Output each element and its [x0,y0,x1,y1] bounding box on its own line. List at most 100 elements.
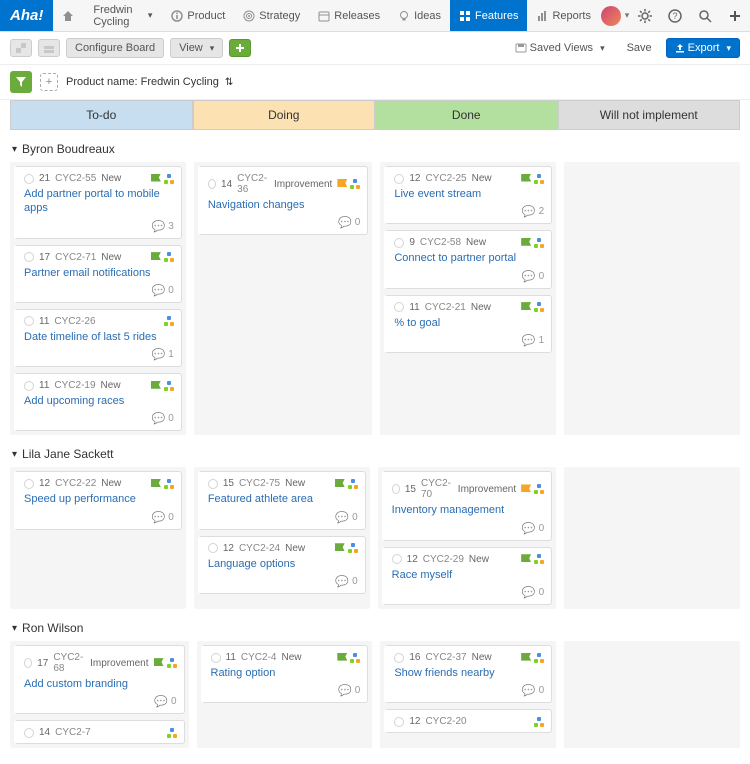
card-status: New [466,237,486,248]
feature-card[interactable]: 11 CYC2-26 Date timeline of last 5 rides… [14,309,182,367]
card-title[interactable]: Race myself [392,568,545,582]
flag-icon [151,252,161,260]
board-column[interactable]: 15 CYC2-75 New Featured athlete area 💬0 … [194,467,370,609]
logo[interactable]: Aha! [0,0,53,31]
card-ref: CYC2-75 [239,478,280,489]
nav-ideas[interactable]: Ideas [389,0,450,31]
board-column[interactable] [564,467,740,609]
feature-card[interactable]: 17 CYC2-68 Improvement Add custom brandi… [14,645,185,714]
layout-list-button[interactable] [38,39,60,57]
board-column[interactable] [564,162,740,435]
product-switcher[interactable]: Fredwin Cycling ▾ [83,0,162,31]
card-title[interactable]: Language options [208,557,358,571]
comment-count: 0 [539,271,545,282]
hierarchy-icon [350,179,360,189]
layout-card-button[interactable] [10,39,32,57]
feature-card[interactable]: 15 CYC2-75 New Featured athlete area 💬0 [198,471,366,529]
filter-button[interactable] [10,71,32,93]
card-ref: CYC2-29 [423,554,464,565]
settings-button[interactable] [630,0,660,31]
card-icons [521,554,544,564]
hierarchy-icon [534,717,544,727]
board-column[interactable]: 12 CYC2-25 New Live event stream 💬2 9 CY… [380,162,556,435]
feature-card[interactable]: 16 CYC2-37 New Show friends nearby 💬0 [384,645,552,703]
feature-card[interactable]: 12 CYC2-24 New Language options 💬0 [198,536,366,594]
card-meta: 21 CYC2-55 New [24,173,174,184]
card-title[interactable]: Rating option [211,666,361,680]
card-title[interactable]: Date timeline of last 5 rides [24,330,174,344]
save-button[interactable]: Save [619,39,660,57]
column-header-wont[interactable]: Will not implement [558,100,741,130]
card-title[interactable]: Add partner portal to mobile apps [24,187,174,216]
nav-reports[interactable]: Reports [527,0,600,31]
help-button[interactable]: ? [660,0,690,31]
swimlane-columns: 12 CYC2-22 New Speed up performance 💬0 1… [10,467,740,609]
add-button[interactable] [720,0,750,31]
add-feature-button[interactable] [229,39,251,57]
nav-releases-label: Releases [334,10,380,22]
card-title[interactable]: Show friends nearby [394,666,544,680]
card-ref: CYC2-4 [241,652,277,663]
board-column[interactable]: 12 CYC2-22 New Speed up performance 💬0 [10,467,186,609]
swimlane-header[interactable]: ▾Lila Jane Sackett [10,441,740,467]
card-ref: CYC2-36 [237,173,269,195]
board-column[interactable]: 16 CYC2-37 New Show friends nearby 💬0 12… [380,641,556,748]
feature-card[interactable]: 14 CYC2-7 [14,720,185,744]
board-column[interactable]: 11 CYC2-4 New Rating option 💬0 [197,641,373,748]
feature-card[interactable]: 17 CYC2-71 New Partner email notificatio… [14,245,182,303]
card-title[interactable]: Partner email notifications [24,266,174,280]
column-header-done[interactable]: Done [375,100,558,130]
card-title[interactable]: Add upcoming races [24,394,174,408]
feature-card[interactable]: 12 CYC2-29 New Race myself 💬0 [382,547,553,605]
add-filter-button[interactable]: + [40,73,58,91]
user-menu[interactable]: ▾ [600,0,630,31]
view-button[interactable]: View▾ [170,38,223,58]
swimlane-header[interactable]: ▾Byron Boudreaux [10,136,740,162]
board-column[interactable]: 14 CYC2-36 Improvement Navigation change… [194,162,373,435]
card-title[interactable]: Inventory management [392,503,545,517]
nav-home[interactable] [53,0,83,31]
feature-card[interactable]: 21 CYC2-55 New Add partner portal to mob… [14,166,182,239]
feature-card[interactable]: 11 CYC2-4 New Rating option 💬0 [201,645,369,703]
feature-card[interactable]: 12 CYC2-20 [384,709,552,733]
card-status: New [472,652,492,663]
column-header-todo[interactable]: To-do [10,100,193,130]
board-column[interactable]: 21 CYC2-55 New Add partner portal to mob… [10,162,186,435]
column-header-doing[interactable]: Doing [193,100,376,130]
saved-views-button[interactable]: Saved Views▾ [507,39,613,57]
nav-product[interactable]: Product [162,0,234,31]
gear-icon [24,479,34,489]
card-status: New [281,652,301,663]
swimlane-header[interactable]: ▾Ron Wilson [10,615,740,641]
configure-board-button[interactable]: Configure Board [66,38,164,58]
card-title[interactable]: Live event stream [394,187,544,201]
nav-reports-label: Reports [552,10,591,22]
feature-card[interactable]: 14 CYC2-36 Improvement Navigation change… [198,166,369,235]
gear-icon [24,658,32,668]
board-toolbar: Configure Board View▾ Saved Views▾ Save … [0,32,750,65]
search-button[interactable] [690,0,720,31]
card-ref: CYC2-22 [55,478,96,489]
feature-card[interactable]: 11 CYC2-19 New Add upcoming races 💬0 [14,373,182,431]
feature-card[interactable]: 15 CYC2-70 Improvement Inventory managem… [382,471,553,540]
flag-icon [337,179,347,187]
search-icon [698,9,712,23]
card-title[interactable]: % to goal [394,316,544,330]
filter-chip-product[interactable]: Product name: Fredwin Cycling ⇅ [66,76,233,88]
card-title[interactable]: Connect to partner portal [394,251,544,265]
nav-features[interactable]: Features [450,0,527,31]
board-column[interactable]: 17 CYC2-68 Improvement Add custom brandi… [10,641,189,748]
board-column[interactable] [564,641,740,748]
feature-card[interactable]: 11 CYC2-21 New % to goal 💬1 [384,295,552,353]
feature-card[interactable]: 9 CYC2-58 New Connect to partner portal … [384,230,552,288]
feature-card[interactable]: 12 CYC2-22 New Speed up performance 💬0 [14,471,182,529]
card-title[interactable]: Add custom branding [24,677,177,691]
board: ▾Byron Boudreaux 21 CYC2-55 New Add part… [0,136,750,764]
export-button[interactable]: Export▾ [666,38,740,58]
nav-strategy[interactable]: Strategy [234,0,309,31]
card-title[interactable]: Navigation changes [208,198,361,212]
board-column[interactable]: 15 CYC2-70 Improvement Inventory managem… [378,467,557,609]
feature-card[interactable]: 12 CYC2-25 New Live event stream 💬2 [384,166,552,224]
nav-releases[interactable]: Releases [309,0,389,31]
gear-icon [211,653,221,663]
